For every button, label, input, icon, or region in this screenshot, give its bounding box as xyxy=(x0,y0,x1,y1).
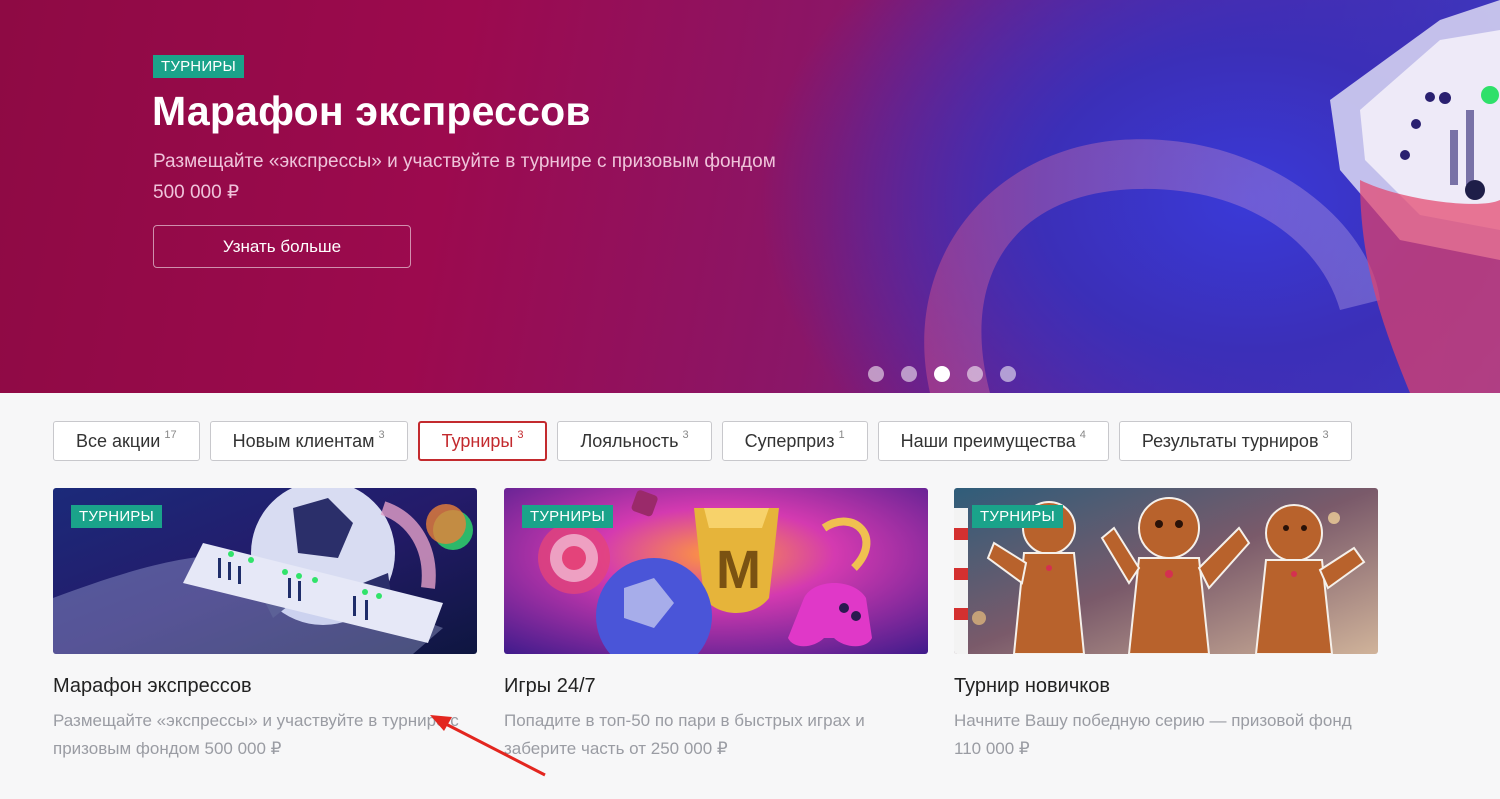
tab-count: 3 xyxy=(378,429,385,441)
card-description: Размещайте «экспрессы» и участвуйте в ту… xyxy=(53,711,459,758)
carousel-dot-3[interactable] xyxy=(934,366,950,382)
tab-new-clients[interactable]: Новым клиентам 3 xyxy=(209,421,408,461)
gingerbread-men-image[interactable]: ТУРНИРЫ xyxy=(954,488,1378,654)
tab-count: 4 xyxy=(1079,429,1086,441)
tab-label: Все акции xyxy=(76,430,161,451)
card-badge: ТУРНИРЫ xyxy=(972,505,1063,528)
tab-count: 3 xyxy=(682,429,689,441)
card-title[interactable]: Игры 24/7 xyxy=(504,675,928,698)
tab-tournaments[interactable]: Турниры 3 xyxy=(417,421,548,461)
promo-card-games-24-7[interactable]: M ТУРНИРЫ Игры 24/7 Попадите в топ-50 по… xyxy=(504,488,928,763)
hero-title: Марафон экспрессов xyxy=(152,88,591,134)
tab-superprize[interactable]: Суперприз 1 xyxy=(721,421,868,461)
tab-label: Лояльность xyxy=(580,430,679,451)
tab-label: Турниры xyxy=(441,430,514,451)
hero-subtitle: Размещайте «экспрессы» и участвуйте в ту… xyxy=(153,146,883,208)
tab-label: Новым клиентам xyxy=(232,430,375,451)
card-title[interactable]: Марафон экспрессов xyxy=(53,675,477,698)
card-description: Начните Вашу победную серию — призовой ф… xyxy=(954,711,1352,758)
carousel-dot-2[interactable] xyxy=(901,366,917,382)
tab-advantages[interactable]: Наши преимущества 4 xyxy=(877,421,1109,461)
tab-all-promos[interactable]: Все акции 17 xyxy=(53,421,200,461)
trophy-letter: M xyxy=(716,540,761,600)
hero-prize-amount: 500 000 ₽ xyxy=(153,182,240,203)
tab-count: 3 xyxy=(517,429,524,441)
tab-count: 1 xyxy=(838,429,845,441)
tab-label: Суперприз xyxy=(744,430,835,451)
card-description: Попадите в топ-50 по пари в быстрых игра… xyxy=(504,711,865,758)
card-badge: ТУРНИРЫ xyxy=(522,505,613,528)
hero-subtitle-line: Размещайте «экспрессы» и участвуйте в ту… xyxy=(153,151,776,172)
carousel-pagination xyxy=(868,366,1016,382)
tab-label: Наши преимущества xyxy=(900,430,1076,451)
tab-count: 17 xyxy=(164,429,177,441)
tab-count: 3 xyxy=(1322,429,1329,441)
carousel-dot-4[interactable] xyxy=(967,366,983,382)
trophy-games-image[interactable]: M ТУРНИРЫ xyxy=(504,488,928,654)
promo-filter-tabs: Все акции 17 Новым клиентам 3 Турниры 3 Лоя… xyxy=(53,421,1352,461)
tab-tournament-results[interactable]: Результаты турниров 3 xyxy=(1118,421,1352,461)
carousel-dot-1[interactable] xyxy=(868,366,884,382)
promo-card-newbie-tournament[interactable]: ТУРНИРЫ Турнир новичков Начните Вашу поб… xyxy=(954,488,1378,763)
card-title[interactable]: Турнир новичков xyxy=(954,675,1378,698)
carousel-dot-5[interactable] xyxy=(1000,366,1016,382)
tab-loyalty[interactable]: Лояльность 3 xyxy=(557,421,712,461)
hero-badge: ТУРНИРЫ xyxy=(153,55,244,78)
hero-banner: ТУРНИРЫ Марафон экспрессов Размещайте «э… xyxy=(0,0,1500,393)
learn-more-button[interactable]: Узнать больше xyxy=(153,225,411,268)
promo-card-express-marathon[interactable]: ТУРНИРЫ Марафон экспрессов Размещайте «э… xyxy=(53,488,477,763)
football-ticket-image[interactable]: ТУРНИРЫ xyxy=(53,488,477,654)
tab-label: Результаты турниров xyxy=(1141,430,1319,451)
card-badge: ТУРНИРЫ xyxy=(71,505,162,528)
